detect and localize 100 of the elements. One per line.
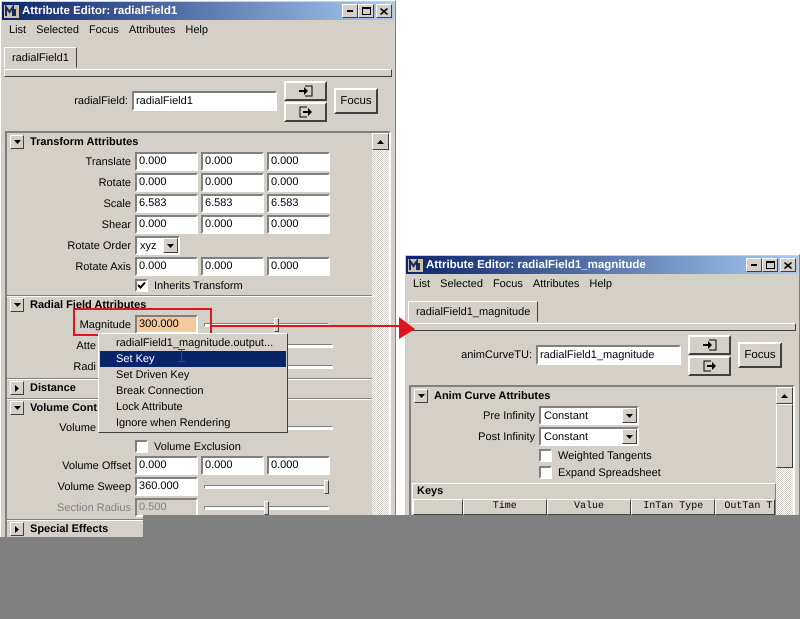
scroll-up-button[interactable] — [372, 133, 389, 150]
number-field[interactable]: 0.000 — [201, 456, 264, 475]
scroll-up-button[interactable] — [776, 387, 793, 404]
scroll-thumb[interactable] — [776, 404, 793, 468]
menu-item[interactable]: Set Key — [100, 351, 286, 367]
arrow-into-box-icon — [702, 338, 716, 350]
attribute-label: Scale — [102, 198, 131, 210]
checkbox[interactable] — [135, 279, 148, 292]
dropdown[interactable]: xyz — [135, 236, 180, 255]
menu-item[interactable]: Focus — [488, 278, 528, 290]
number-field[interactable]: 0.000 — [135, 456, 198, 475]
minimize-button[interactable] — [342, 4, 358, 18]
menu-item[interactable]: List — [4, 24, 32, 36]
number-field[interactable]: 0.000 — [135, 173, 198, 192]
checkbox-label: Expand Spreadsheet — [558, 466, 661, 478]
tab[interactable]: radialField1_magnitude — [408, 301, 538, 322]
menu-item[interactable]: Lock Attribute — [100, 399, 286, 415]
number-field[interactable]: 0.000 — [135, 215, 198, 234]
attribute-label: Rotate Order — [66, 240, 131, 252]
focus-button[interactable]: Focus — [334, 88, 378, 114]
attribute-label: Rotate Axis — [74, 260, 131, 272]
dropdown[interactable]: Constant — [539, 406, 639, 425]
maximize-button[interactable] — [762, 258, 778, 272]
triangle-down-icon — [14, 140, 20, 144]
menu-item[interactable]: Focus — [84, 24, 124, 36]
column-header: InTan Type — [631, 499, 716, 515]
close-icon — [784, 262, 792, 268]
minimize-icon — [751, 264, 757, 266]
slider-thumb[interactable] — [274, 318, 279, 332]
attribute-label: Magnitude — [78, 318, 131, 330]
minimize-icon — [347, 10, 353, 12]
output-connection-button[interactable] — [688, 356, 731, 376]
attribute-label: Atte — [75, 340, 96, 352]
number-field[interactable]: 300.000 — [135, 315, 198, 334]
section-toggle[interactable] — [10, 522, 24, 536]
checkbox-label: Weighted Tangents — [558, 450, 652, 462]
menu-item[interactable]: Attributes — [124, 24, 180, 36]
keys-heading: Keys — [416, 484, 444, 499]
number-field[interactable]: 0.000 — [201, 215, 264, 234]
close-button[interactable] — [376, 4, 392, 18]
menu-item[interactable]: Attributes — [528, 278, 584, 290]
section-toggle[interactable] — [414, 389, 428, 403]
slider-track[interactable] — [204, 480, 329, 494]
maximize-button[interactable] — [358, 4, 374, 18]
column-header: Value — [546, 499, 632, 515]
checkbox-label: Inherits Transform — [154, 280, 243, 292]
section-toggle[interactable] — [10, 381, 24, 395]
slider-thumb[interactable] — [324, 480, 329, 494]
attribute-label: Volume Offset — [61, 460, 131, 472]
section-title: Anim Curve Attributes — [434, 390, 550, 402]
section-title: Volume Cont — [30, 402, 98, 414]
section-toggle[interactable] — [10, 298, 24, 312]
menu-item[interactable]: List — [408, 278, 436, 290]
number-field[interactable]: 0.000 — [201, 173, 264, 192]
text-cursor-icon — [178, 349, 185, 362]
maximize-icon — [766, 261, 774, 269]
checkbox[interactable] — [539, 449, 552, 462]
menu-item[interactable]: Break Connection — [100, 383, 286, 399]
menu-item[interactable]: Set Driven Key — [100, 367, 286, 383]
number-field[interactable]: 0.000 — [201, 152, 264, 171]
number-field[interactable]: 6.583 — [267, 194, 330, 213]
attribute-label: Translate — [84, 156, 131, 168]
close-button[interactable] — [780, 258, 796, 272]
menu-item[interactable]: Selected — [31, 24, 84, 36]
number-field[interactable]: 0.000 — [267, 215, 330, 234]
app-logo-icon — [408, 258, 423, 272]
minimize-button[interactable] — [746, 258, 762, 272]
number-field[interactable]: 0.000 — [267, 257, 330, 276]
output-connection-button[interactable] — [284, 102, 327, 122]
number-field[interactable]: 0.000 — [135, 152, 198, 171]
node-name-field[interactable]: radialField1 — [132, 91, 277, 111]
menu-item[interactable]: Help — [584, 278, 617, 290]
menu-item[interactable]: radialField1_magnitude.output... — [100, 335, 286, 351]
node-name-field[interactable]: radialField1_magnitude — [536, 345, 681, 365]
checkbox[interactable] — [539, 466, 552, 479]
number-field[interactable]: 0.000 — [135, 257, 198, 276]
number-field[interactable]: 0.000 — [267, 173, 330, 192]
slider-track[interactable] — [204, 318, 329, 332]
caret-icon — [166, 244, 174, 248]
number-field[interactable]: 6.583 — [135, 194, 198, 213]
section-toggle[interactable] — [10, 135, 24, 149]
attribute-label: Volume Sweep — [56, 480, 131, 492]
checkbox[interactable] — [135, 440, 148, 453]
number-field[interactable]: 360.000 — [135, 477, 198, 496]
input-connection-button[interactable] — [284, 80, 327, 100]
menu-item[interactable]: Ignore when Rendering — [100, 415, 286, 431]
number-field[interactable]: 0.000 — [201, 257, 264, 276]
menu-item[interactable]: Help — [180, 24, 213, 36]
focus-button[interactable]: Focus — [738, 342, 782, 368]
number-field[interactable]: 6.583 — [201, 194, 264, 213]
number-field[interactable]: 0.000 — [267, 456, 330, 475]
dropdown[interactable]: Constant — [539, 427, 639, 446]
tab[interactable]: radialField1 — [4, 47, 77, 68]
number-field[interactable]: 0.000 — [267, 152, 330, 171]
close-icon — [380, 8, 388, 14]
slider-track[interactable] — [204, 500, 329, 514]
menu-item[interactable]: Selected — [435, 278, 488, 290]
input-connection-button[interactable] — [688, 334, 731, 354]
triangle-right-icon — [15, 384, 19, 392]
section-toggle[interactable] — [10, 401, 24, 415]
